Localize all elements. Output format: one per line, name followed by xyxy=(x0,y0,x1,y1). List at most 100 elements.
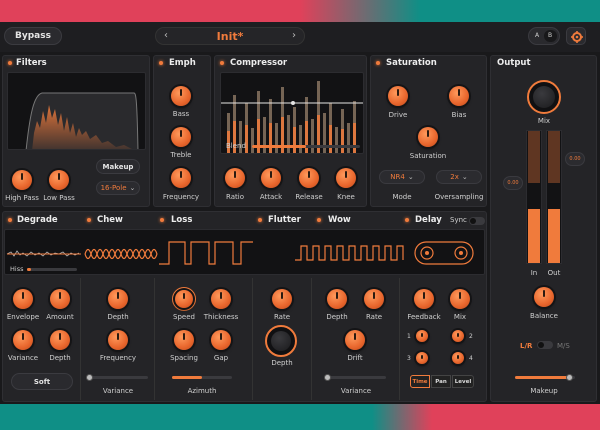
degrade-enable-led[interactable] xyxy=(8,218,12,222)
input-gain-readout[interactable]: 0.00 xyxy=(503,176,523,190)
chew-frequency-knob[interactable] xyxy=(108,330,128,350)
gear-icon xyxy=(571,31,583,43)
bass-knob[interactable] xyxy=(171,86,191,106)
low-pass-knob[interactable] xyxy=(49,170,69,190)
preset-name: Init* xyxy=(216,30,244,43)
ab-switch[interactable]: A B xyxy=(528,27,560,45)
saturation-title: Saturation xyxy=(386,58,437,68)
wow-variance-thumb[interactable] xyxy=(324,374,331,381)
chew-depth-label: Depth xyxy=(107,313,129,321)
flutter-title: Flutter xyxy=(268,215,301,225)
flutter-depth-knob-cap xyxy=(271,331,291,351)
wow-variance-label: Variance xyxy=(340,387,372,395)
spacing-knob[interactable] xyxy=(174,330,194,350)
preset-next-arrow[interactable]: › xyxy=(292,30,296,41)
saturation-enable-led[interactable] xyxy=(376,61,380,65)
hiss-slider-fill xyxy=(27,268,31,271)
output-makeup-slider-fill xyxy=(515,376,570,379)
delay-mix-knob[interactable] xyxy=(450,289,470,309)
makeup-button[interactable]: Makeup xyxy=(96,159,140,174)
thickness-knob[interactable] xyxy=(211,289,231,309)
preset-selector[interactable]: ‹ Init* › xyxy=(155,27,305,45)
soft-button[interactable]: Soft xyxy=(11,373,73,390)
saturation-knob[interactable] xyxy=(418,127,438,147)
degrade-depth-knob[interactable] xyxy=(50,330,70,350)
flutter-rate-label: Rate xyxy=(273,313,291,321)
bypass-button[interactable]: Bypass xyxy=(4,27,62,45)
azimuth-label: Azimuth xyxy=(187,387,217,395)
head-3-knob[interactable] xyxy=(416,352,428,364)
head-4-knob[interactable] xyxy=(452,352,464,364)
degrade-title: Degrade xyxy=(17,215,58,225)
output-makeup-slider-thumb[interactable] xyxy=(566,374,573,381)
wow-depth-knob[interactable] xyxy=(327,289,347,309)
mode-value: NR4 xyxy=(390,173,405,181)
delay-mix-label: Mix xyxy=(453,313,467,321)
mode-dropdown[interactable]: NR4 ⌄ xyxy=(379,170,425,184)
emph-enable-led[interactable] xyxy=(159,61,163,65)
chew-variance-slider[interactable] xyxy=(88,376,148,379)
delay-tab-level[interactable]: Level xyxy=(452,375,474,388)
balance-knob[interactable] xyxy=(534,287,554,307)
head-4-label: 4 xyxy=(469,355,473,362)
attack-knob[interactable] xyxy=(261,168,281,188)
emph-frequency-knob[interactable] xyxy=(171,168,191,188)
wow-enable-led[interactable] xyxy=(317,218,321,222)
treble-knob[interactable] xyxy=(171,127,191,147)
drive-label: Drive xyxy=(388,111,408,119)
ratio-knob[interactable] xyxy=(225,168,245,188)
head-2-label: 2 xyxy=(469,333,473,340)
delay-tab-time[interactable]: Time xyxy=(410,375,430,388)
hiss-slider[interactable] xyxy=(27,268,77,271)
oversampling-dropdown[interactable]: 2x ⌄ xyxy=(436,170,482,184)
gap-knob[interactable] xyxy=(211,330,231,350)
delay-tab-pan[interactable]: Pan xyxy=(431,375,451,388)
chew-variance-thumb[interactable] xyxy=(86,374,93,381)
filter-response-display[interactable] xyxy=(7,72,146,150)
chevron-down-icon: ⌄ xyxy=(407,173,414,181)
head-1-knob[interactable] xyxy=(416,330,428,342)
loss-enable-led[interactable] xyxy=(160,218,164,222)
wow-variance-slider[interactable] xyxy=(326,376,386,379)
delay-enable-led[interactable] xyxy=(405,218,409,222)
knee-knob[interactable] xyxy=(336,168,356,188)
filter-slope-value: 16-Pole xyxy=(100,184,127,192)
speed-knob[interactable] xyxy=(175,290,193,308)
chew-depth-knob[interactable] xyxy=(108,289,128,309)
head-3-label: 3 xyxy=(407,355,411,362)
filter-slope-dropdown[interactable]: 16-Pole ⌄ xyxy=(96,181,140,195)
treble-label: Treble xyxy=(170,151,192,159)
output-gain-readout[interactable]: 0.00 xyxy=(565,152,585,166)
bias-knob[interactable] xyxy=(449,86,469,106)
gap-label: Gap xyxy=(213,354,229,362)
flutter-rate-knob[interactable] xyxy=(272,289,292,309)
emph-frequency-label: Frequency xyxy=(162,193,200,201)
delay-feedback-knob[interactable] xyxy=(414,289,434,309)
variance-knob[interactable] xyxy=(13,330,33,350)
drift-knob[interactable] xyxy=(345,330,365,350)
stereo-mode-toggle[interactable] xyxy=(537,341,553,349)
filters-enable-led[interactable] xyxy=(8,61,12,65)
flutter-depth-label: Depth xyxy=(271,359,293,367)
mix-label: Mix xyxy=(537,117,551,125)
mix-knob-cap xyxy=(533,86,555,108)
wow-rate-knob[interactable] xyxy=(364,289,384,309)
chew-enable-led[interactable] xyxy=(87,218,91,222)
flutter-enable-led[interactable] xyxy=(258,218,262,222)
thickness-label: Thickness xyxy=(203,313,239,321)
chew-frequency-label: Frequency xyxy=(99,354,137,362)
drive-knob[interactable] xyxy=(388,86,408,106)
output-title: Output xyxy=(497,58,531,68)
settings-button[interactable] xyxy=(566,27,586,45)
envelope-knob[interactable] xyxy=(13,289,33,309)
sync-toggle[interactable] xyxy=(469,217,485,225)
compressor-title: Compressor xyxy=(230,58,288,68)
head-2-knob[interactable] xyxy=(452,330,464,342)
release-knob[interactable] xyxy=(299,168,319,188)
high-pass-knob[interactable] xyxy=(12,170,32,190)
background-top-stripe xyxy=(0,0,600,22)
compressor-enable-led[interactable] xyxy=(220,61,224,65)
out-label: Out xyxy=(547,269,561,277)
ms-label: M/S xyxy=(557,342,570,350)
amount-knob[interactable] xyxy=(50,289,70,309)
